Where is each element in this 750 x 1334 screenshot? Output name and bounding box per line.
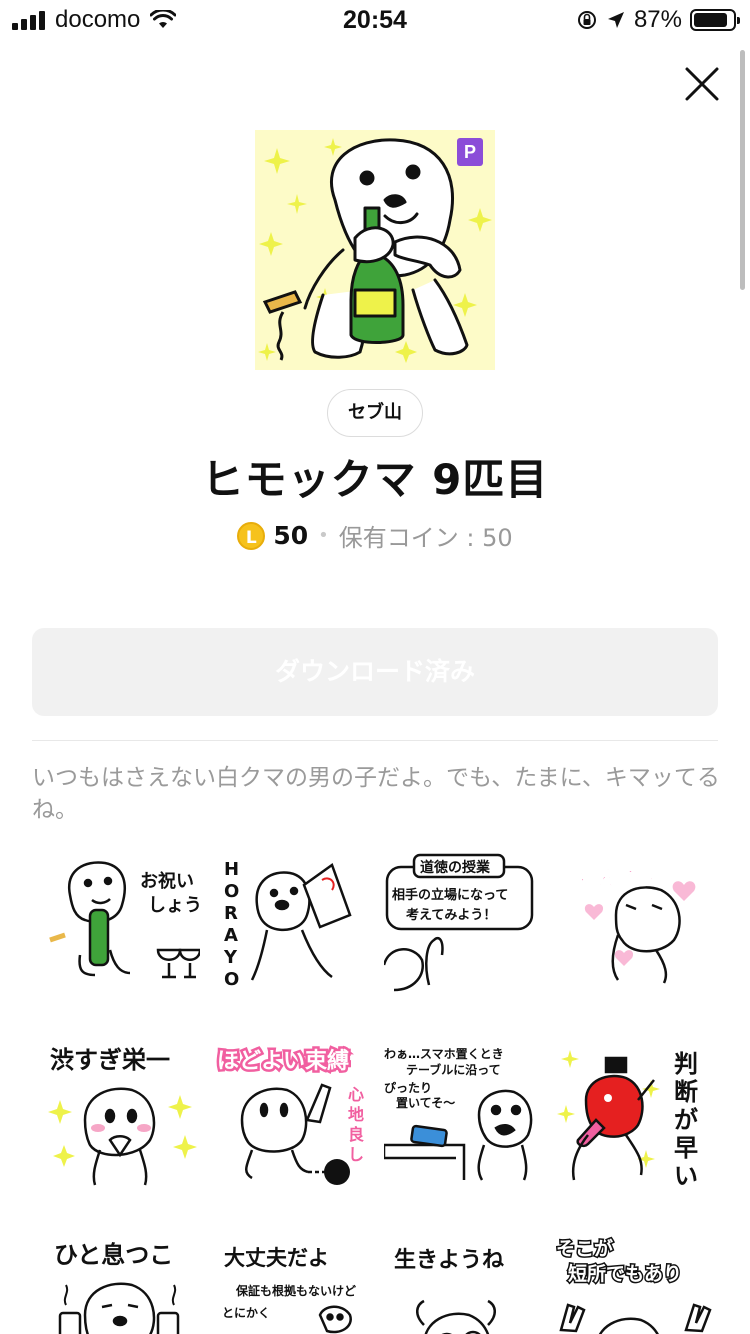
sticker-letter: 断: [674, 1078, 698, 1106]
sticker-letter: H: [224, 859, 239, 880]
battery-level: [694, 13, 728, 27]
orientation-lock-icon: [577, 11, 596, 29]
status-bar: docomo 20:54 87%: [0, 0, 750, 40]
sticker-text: 渋すぎ栄一: [50, 1046, 170, 1074]
sticker-text: 考えてみよう！: [406, 907, 496, 923]
sticker-main-image: P: [255, 130, 495, 370]
product-title: ヒモックマ 9匹目: [201, 455, 549, 504]
line-coin-icon: L: [237, 521, 266, 550]
sticker-item[interactable]: ほどよい束縛 心 地 良 し: [212, 1040, 372, 1190]
location-arrow-icon: [607, 12, 624, 28]
sticker-item[interactable]: きゅんです: [556, 845, 716, 995]
sticker-item[interactable]: わぁ…スマホ置くとき テーブルに沿って ぴったり 置いてそ〜: [384, 1040, 544, 1190]
author-chip[interactable]: セブ山: [327, 389, 423, 437]
sticker-text: わぁ…スマホ置くとき: [384, 1047, 504, 1061]
close-icon: [685, 67, 719, 101]
sticker-item[interactable]: H O R A Y O: [212, 845, 372, 995]
description: いつもはさえない白クマの男の子だよ。でも、たまに、キマッてるね。: [32, 765, 720, 823]
sticker-text: お祝い: [140, 870, 194, 892]
sticker-text: 置いてそ〜: [396, 1096, 455, 1110]
battery-percent: 87%: [633, 6, 682, 33]
sticker-text: ほどよい束縛: [217, 1048, 349, 1074]
sticker-item[interactable]: お祝い しょう: [40, 845, 200, 995]
sticker-letter: R: [224, 903, 238, 924]
sticker-item[interactable]: 渋すぎ栄一: [40, 1040, 200, 1190]
battery-icon: [690, 9, 740, 31]
price-row: L 50 • 保有コイン : 50: [0, 518, 750, 553]
sticker-letter: A: [224, 925, 238, 946]
sticker-item[interactable]: 道徳の授業 相手の立場になって 考えてみよう！: [384, 845, 544, 995]
sticker-text: 大丈夫だよ: [224, 1246, 329, 1270]
sticker-letter: Y: [223, 947, 238, 968]
scrollbar[interactable]: [740, 50, 745, 290]
sticker-text: 短所でもあり: [568, 1262, 682, 1285]
sticker-text: しょう: [148, 895, 200, 916]
close-button[interactable]: [680, 62, 724, 106]
sticker-letter: い: [674, 1162, 698, 1190]
sticker-text: そこが: [556, 1237, 613, 1260]
sticker-text: 相手の立場になって: [392, 887, 508, 903]
sticker-text: 生きようね: [394, 1248, 504, 1273]
sticker-item[interactable]: ひと息つこ: [40, 1235, 200, 1334]
sticker-letter: 早: [674, 1134, 698, 1162]
separator-dot: •: [318, 525, 329, 546]
sticker-side-char: 心: [348, 1085, 364, 1104]
download-button[interactable]: ダウンロード済み: [32, 628, 718, 716]
owned-coins: 保有コイン : 50: [338, 524, 513, 552]
sticker-letter: O: [224, 881, 239, 902]
sticker-letter: が: [674, 1106, 698, 1134]
sticker-item[interactable]: そこが 短所でもあり: [556, 1235, 716, 1334]
sticker-item[interactable]: 判 断 が 早 い: [556, 1040, 716, 1190]
bear-with-bottle-illustration: [258, 138, 492, 363]
sticker-text: とにかく: [222, 1306, 270, 1320]
sticker-side-char: 良: [348, 1125, 364, 1144]
sticker-side-char: し: [348, 1145, 364, 1164]
sticker-letter: 判: [674, 1050, 698, 1078]
sticker-text: 道徳の授業: [420, 859, 491, 876]
premium-badge: P: [457, 138, 483, 166]
sticker-text: ぴったり: [384, 1081, 432, 1095]
sticker-letter: O: [224, 969, 239, 990]
status-right: 87%: [576, 6, 740, 34]
sticker-item[interactable]: 大丈夫だよ 保証も根拠もないけど とにかく: [212, 1235, 372, 1334]
sticker-text: 保証も根拠もないけど: [235, 1283, 356, 1298]
price-value: 50: [273, 521, 309, 550]
sticker-text: ひと息つこ: [54, 1241, 173, 1269]
sticker-text: テーブルに沿って: [406, 1062, 501, 1077]
divider: [32, 740, 718, 741]
sticker-side-char: 地: [348, 1105, 364, 1124]
sticker-item[interactable]: 生きようね: [384, 1235, 544, 1334]
